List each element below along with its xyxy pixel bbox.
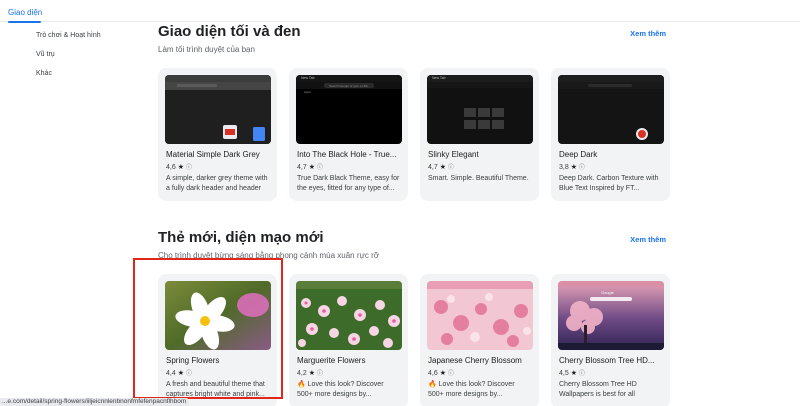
theme-description: Smart. Simple. Beautiful Theme. xyxy=(428,175,529,182)
rating-value: 4,2 xyxy=(297,370,307,377)
theme-name: Deep Dark xyxy=(559,150,598,159)
sidebar-item-other[interactable]: Khác xyxy=(36,68,146,87)
theme-description: A simple, darker grey theme with a fully… xyxy=(166,175,268,192)
section-subtitle-dark: Làm tối trình duyệt của bạn xyxy=(158,45,255,54)
theme-name: Japanese Cherry Blossom xyxy=(428,356,522,365)
see-more-new-tab-button[interactable]: Xem thêm xyxy=(630,235,666,244)
theme-thumbnail: New Tab xyxy=(427,75,533,144)
theme-card[interactable]: Marguerite Flowers 4,2 ★ ⓘ 🔥 Love this l… xyxy=(289,274,408,406)
theme-description: A fresh and beautiful theme that capture… xyxy=(166,381,265,398)
rating-value: 4,5 xyxy=(559,370,569,377)
info-icon[interactable]: ⓘ xyxy=(186,371,192,377)
star-icon: ★ xyxy=(308,370,315,377)
rating-value: 4,6 xyxy=(166,164,176,171)
star-icon: ★ xyxy=(308,164,315,171)
star-icon: ★ xyxy=(570,370,577,377)
thumb-tab-label: New Tab xyxy=(301,76,315,80)
deep-dark-preview xyxy=(558,75,664,144)
theme-card[interactable]: Japanese Cherry Blossom 4,6 ★ ⓘ 🔥 Love t… xyxy=(420,274,539,406)
info-icon[interactable]: ⓘ xyxy=(317,371,323,377)
star-icon: ★ xyxy=(177,164,184,171)
thumb-apps-text: Apps xyxy=(304,90,311,94)
theme-thumbnail: Google xyxy=(558,281,664,350)
info-icon[interactable]: ⓘ xyxy=(448,371,454,377)
theme-description: True Dark Black Theme, easy for the eyes… xyxy=(297,175,400,192)
theme-name: Cherry Blossom Tree HD... xyxy=(559,356,655,365)
thumb-google-logo-text: Google xyxy=(601,290,614,295)
theme-description: 🔥 Love this look? Discover 500+ more des… xyxy=(297,381,384,398)
star-icon: ★ xyxy=(439,370,446,377)
status-bar-url: ...e.com/detail/spring-flowers/iiljeicnn… xyxy=(0,398,190,406)
thumb-search-text: Search Google or type a URL xyxy=(329,83,369,88)
theme-card[interactable]: Google Cherry Blossom Tree HD... 4,5 ★ ⓘ… xyxy=(551,274,670,406)
theme-name: Spring Flowers xyxy=(166,356,220,365)
slinky-preview: New Tab xyxy=(427,75,533,144)
star-icon: ★ xyxy=(570,164,577,171)
theme-rating: 4,7 ★ ⓘ xyxy=(428,162,454,171)
active-tab-indicator xyxy=(8,21,41,23)
sidebar: Trò chơi & Hoạt hình Vũ trụ Khác xyxy=(36,30,146,87)
theme-rating: 3,8 ★ ⓘ xyxy=(559,162,585,171)
theme-description: 🔥 Love this look? Discover 500+ more des… xyxy=(428,381,515,398)
tab-themes-label: Giao diện xyxy=(8,8,43,17)
material-dark-preview xyxy=(165,75,271,144)
theme-rating: 4,6 ★ ⓘ xyxy=(428,368,454,377)
theme-rating: 4,6 ★ ⓘ xyxy=(166,162,192,171)
theme-rating: 4,5 ★ ⓘ xyxy=(559,368,585,377)
top-nav-bar: Giao diện xyxy=(0,0,800,23)
star-icon: ★ xyxy=(177,370,184,377)
theme-card[interactable]: Spring Flowers 4,4 ★ ⓘ A fresh and beaut… xyxy=(158,274,277,406)
theme-description: Deep Dark. Carbon Texture with Blue Text… xyxy=(559,175,659,192)
theme-description: Cherry Blossom Tree HD Wallpapers is bes… xyxy=(559,381,637,398)
see-more-dark-button[interactable]: Xem thêm xyxy=(630,29,666,38)
theme-thumbnail xyxy=(296,281,402,350)
sidebar-item-space[interactable]: Vũ trụ xyxy=(36,49,146,68)
thumb-tab-label: New Tab xyxy=(432,76,446,80)
theme-rating: 4,4 ★ ⓘ xyxy=(166,368,192,377)
theme-rating: 4,2 ★ ⓘ xyxy=(297,368,323,377)
theme-rating: 4,7 ★ ⓘ xyxy=(297,162,323,171)
section-title-dark: Giao diện tối và đen xyxy=(158,23,301,40)
theme-name: Into The Black Hole - True... xyxy=(297,150,397,159)
section-title-new-tab: Thẻ mới, diện mạo mới xyxy=(158,229,324,246)
rating-value: 4,7 xyxy=(297,164,307,171)
theme-card[interactable]: New Tab Search Google or type a URL Apps… xyxy=(289,68,408,201)
theme-thumbnail xyxy=(427,281,533,350)
rating-value: 3,8 xyxy=(559,164,569,171)
theme-card[interactable]: New Tab Slinky Elegant 4,7 ★ ⓘ Smart. Si… xyxy=(420,68,539,201)
info-icon[interactable]: ⓘ xyxy=(186,165,192,171)
rating-value: 4,7 xyxy=(428,164,438,171)
info-icon[interactable]: ⓘ xyxy=(317,165,323,171)
sidebar-item-games[interactable]: Trò chơi & Hoạt hình xyxy=(36,30,146,49)
theme-card[interactable]: Deep Dark 3,8 ★ ⓘ Deep Dark. Carbon Text… xyxy=(551,68,670,201)
cherry-blossom-preview xyxy=(427,281,533,350)
info-icon[interactable]: ⓘ xyxy=(448,165,454,171)
section-subtitle-new-tab: Cho trình duyệt bừng sáng bằng phong cản… xyxy=(158,251,379,260)
theme-name: Material Simple Dark Grey xyxy=(166,150,260,159)
rating-value: 4,6 xyxy=(428,370,438,377)
rating-value: 4,4 xyxy=(166,370,176,377)
info-icon[interactable]: ⓘ xyxy=(579,371,585,377)
theme-name: Slinky Elegant xyxy=(428,150,479,159)
spring-flowers-preview xyxy=(165,281,271,350)
black-hole-preview: New Tab Search Google or type a URL Apps xyxy=(296,75,402,144)
theme-thumbnail xyxy=(165,281,271,350)
info-icon[interactable]: ⓘ xyxy=(579,165,585,171)
theme-thumbnail: New Tab Search Google or type a URL Apps xyxy=(296,75,402,144)
theme-thumbnail xyxy=(558,75,664,144)
tab-themes[interactable]: Giao diện xyxy=(8,8,43,23)
theme-thumbnail xyxy=(165,75,271,144)
star-icon: ★ xyxy=(439,164,446,171)
theme-name: Marguerite Flowers xyxy=(297,356,366,365)
theme-card[interactable]: Material Simple Dark Grey 4,6 ★ ⓘ A simp… xyxy=(158,68,277,201)
marguerite-preview xyxy=(296,281,402,350)
